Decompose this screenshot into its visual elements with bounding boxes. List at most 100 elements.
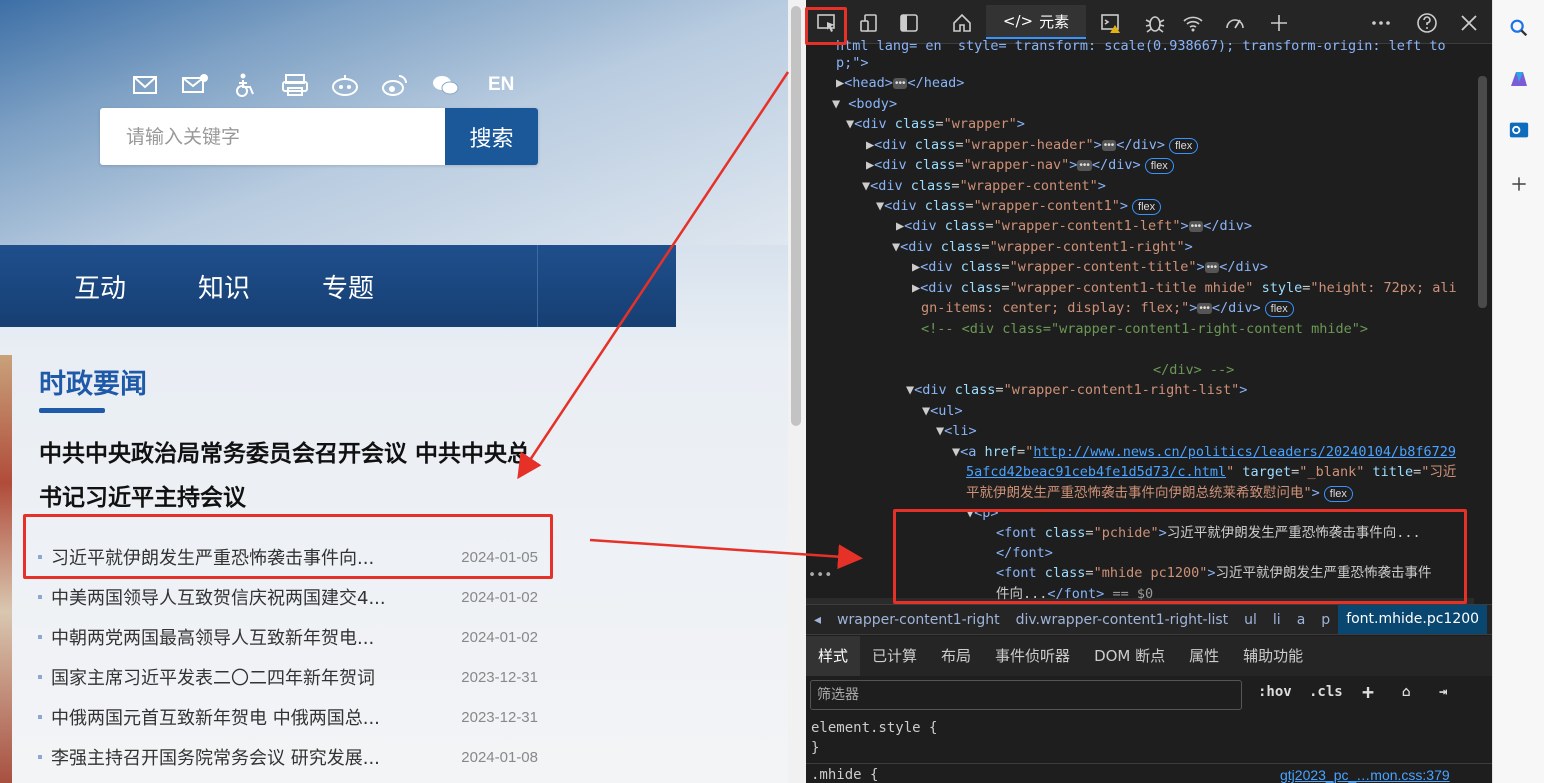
network-wifi-icon[interactable] — [1180, 10, 1206, 36]
mail-settings-icon[interactable] — [170, 70, 220, 100]
more-dots-icon[interactable]: ••• — [808, 565, 832, 585]
dom-line-wrapper[interactable]: ▼<div class="wrapper"> — [846, 114, 1025, 134]
flex-badge[interactable]: flex — [1132, 199, 1162, 215]
flex-badge[interactable]: flex — [1144, 158, 1174, 174]
dom-line-content1-title[interactable]: ▶<div class="wrapper-content1-title mhid… — [912, 278, 1457, 298]
dom-line-content1-left[interactable]: ▶<div class="wrapper-content1-left"> ••• <… — [896, 216, 1252, 236]
wechat-icon[interactable] — [420, 70, 470, 100]
dom-line-wrapper-content1[interactable]: ▼<div class="wrapper-content1"> flex — [876, 196, 1162, 216]
paint-brush-icon[interactable]: ⌂ — [1402, 684, 1410, 700]
css-source-link[interactable]: gtj2023_pc_…mon.css:379 — [1280, 765, 1450, 783]
dom-line-right-list[interactable]: ▼<div class="wrapper-content1-right-list… — [906, 380, 1247, 400]
css-rule-mhide[interactable]: .mhide { — [811, 765, 878, 783]
nav-item-knowledge[interactable]: 知识 — [162, 268, 286, 305]
dom-line-html[interactable]: html lang= en style= transform: scale(0.… — [836, 36, 1446, 56]
breadcrumb-item-active[interactable]: font.mhide.pc1200 — [1338, 605, 1488, 634]
dom-line-ul[interactable]: ▼<ul> — [922, 401, 963, 421]
nav-item-topics[interactable]: 专题 — [286, 268, 410, 305]
nav-item-interaction[interactable]: 互动 — [0, 268, 162, 305]
dom-line-head[interactable]: ▶<head> ••• </head> — [836, 73, 964, 93]
breadcrumb-item[interactable]: li — [1265, 612, 1289, 628]
expand-icon[interactable]: ▶ — [836, 75, 844, 91]
home-icon[interactable] — [949, 10, 975, 36]
page-scrollbar[interactable] — [788, 0, 806, 783]
tab-accessibility[interactable]: 辅助功能 — [1231, 636, 1315, 676]
search-input[interactable] — [100, 108, 445, 165]
dom-line-wrapper-content[interactable]: ▼<div class="wrapper-content"> — [862, 176, 1106, 196]
news-title[interactable]: 中朝两党两国最高领导人互致新年贺电... — [38, 624, 374, 650]
flex-badge[interactable]: flex — [1169, 138, 1199, 154]
breadcrumb-item[interactable]: div.wrapper-content1-right-list — [1008, 612, 1237, 628]
dom-href-link[interactable]: http://www.news.cn/politics/leaders/2024… — [1033, 444, 1456, 460]
dom-line-content1-right[interactable]: ▼<div class="wrapper-content1-right"> — [892, 237, 1193, 257]
app-icon[interactable] — [270, 70, 320, 100]
breadcrumb-item[interactable]: ul — [1236, 612, 1265, 628]
dom-line-body[interactable]: ▼ <body> — [832, 94, 897, 114]
toggle-sidebar-icon[interactable]: ⇥ — [1439, 684, 1447, 700]
dom-line-a-cont[interactable]: 5afcd42beac91ceb4fe1d5d73/c.html" target… — [966, 462, 1456, 482]
dom-line-wrapper-header[interactable]: ▶<div class="wrapper-header"> ••• </div> fl… — [866, 135, 1199, 155]
console-warning-icon[interactable] — [1098, 10, 1124, 36]
help-icon[interactable] — [1414, 10, 1440, 36]
tab-event-listeners[interactable]: 事件侦听器 — [983, 636, 1082, 676]
breadcrumb-scroll-left-icon[interactable]: ◂ — [806, 612, 829, 628]
device-emulation-icon[interactable] — [856, 10, 882, 36]
news-title[interactable]: 国家主席习近平发表二〇二四年新年贺词 — [38, 664, 375, 690]
more-options-icon[interactable] — [1368, 10, 1394, 36]
dom-line-content1-title-cont[interactable]: gn-items: center; display: flex;"> ••• </d… — [921, 298, 1294, 318]
add-sidebar-app-icon[interactable] — [1507, 172, 1531, 196]
news-item[interactable]: 中美两国领导人互致贺信庆祝两国建交4... 2024-01-02 — [38, 577, 538, 617]
tab-properties[interactable]: 属性 — [1177, 636, 1231, 676]
add-panel-icon[interactable] — [1266, 10, 1292, 36]
dom-line-a[interactable]: ▼<a href="http://www.news.cn/politics/le… — [952, 442, 1456, 462]
dom-scrollbar[interactable] — [1474, 44, 1492, 604]
search-icon[interactable] — [1507, 16, 1531, 40]
dom-line-a-title[interactable]: 平就伊朗发生严重恐怖袭击事件向伊朗总统莱希致慰问电"> flex — [966, 483, 1353, 503]
dom-line-content-title[interactable]: ▶<div class="wrapper-content-title"> ••• <… — [912, 257, 1268, 277]
search-button[interactable]: 搜索 — [445, 108, 538, 165]
dom-line-li[interactable]: ▼<li> — [936, 421, 977, 441]
tab-styles[interactable]: 样式 — [806, 636, 861, 676]
css-rule-element-style[interactable]: element.style { — [811, 718, 937, 738]
breadcrumb-item[interactable]: a — [1289, 612, 1314, 628]
close-devtools-icon[interactable] — [1456, 10, 1482, 36]
hov-toggle-button[interactable]: :hov — [1258, 684, 1292, 700]
news-item[interactable]: 国家主席习近平发表二〇二四年新年贺词 2023-12-31 — [38, 657, 538, 697]
breadcrumb-item[interactable]: wrapper-content1-right — [829, 612, 1008, 628]
tab-layout[interactable]: 布局 — [929, 636, 983, 676]
performance-gauge-icon[interactable] — [1222, 10, 1248, 36]
cls-toggle-button[interactable]: .cls — [1309, 684, 1343, 700]
language-switch-en[interactable]: EN — [488, 74, 514, 96]
flex-badge[interactable]: flex — [1264, 301, 1294, 317]
page-scrollbar-thumb[interactable] — [791, 6, 801, 426]
dom-scrollbar-thumb[interactable] — [1478, 76, 1487, 308]
robot-icon[interactable] — [320, 70, 370, 100]
weibo-icon[interactable] — [370, 70, 420, 100]
copilot-icon[interactable] — [1507, 68, 1531, 92]
news-title[interactable]: 中俄两国元首互致新年贺电 中俄两国总... — [38, 704, 380, 730]
dom-line-html-cont[interactable]: p;"> — [836, 53, 869, 73]
news-title[interactable]: 中美两国领导人互致贺信庆祝两国建交4... — [38, 584, 386, 610]
news-item[interactable]: 中俄两国元首互致新年贺电 中俄两国总... 2023-12-31 — [38, 697, 538, 737]
tab-dom-breakpoints[interactable]: DOM 断点 — [1082, 636, 1177, 676]
styles-filter-bar: :hov .cls + ⌂ ⇥ — [806, 676, 1492, 714]
mail-icon[interactable] — [120, 70, 170, 100]
news-item[interactable]: 李强主持召开国务院常务会议 研究发展... 2024-01-08 — [38, 737, 538, 777]
tab-computed[interactable]: 已计算 — [860, 636, 929, 676]
dom-line-comment[interactable]: <!-- <div class="wrapper-content1-right-… — [921, 319, 1368, 339]
tab-elements[interactable]: </> 元素 — [986, 5, 1086, 39]
dock-side-icon[interactable] — [896, 10, 922, 36]
bug-icon[interactable] — [1142, 10, 1168, 36]
styles-filter-input[interactable] — [810, 680, 1242, 710]
news-item[interactable]: 中朝两党两国最高领导人互致新年贺电... 2024-01-02 — [38, 617, 538, 657]
accessibility-icon[interactable] — [220, 70, 270, 100]
outlook-icon[interactable] — [1507, 118, 1531, 142]
news-title[interactable]: 李强主持召开国务院常务会议 研究发展... — [38, 744, 380, 770]
new-style-rule-icon[interactable]: + — [1362, 680, 1374, 704]
flex-badge[interactable]: flex — [1323, 486, 1353, 502]
dom-line-wrapper-nav[interactable]: ▶<div class="wrapper-nav"> ••• </div> flex — [866, 155, 1174, 175]
headline-link[interactable]: 中共中央政治局常务委员会召开会议 中共中央总书记习近平主持会议 — [39, 432, 539, 520]
breadcrumb-item[interactable]: p — [1313, 612, 1338, 628]
website-viewport: EN 搜索 互动 知识 专题 时政要闻 中共中央政治局常务委员会召开会议 中共中… — [0, 0, 788, 783]
dom-line-comment-end[interactable]: </div> --> — [1153, 360, 1234, 380]
